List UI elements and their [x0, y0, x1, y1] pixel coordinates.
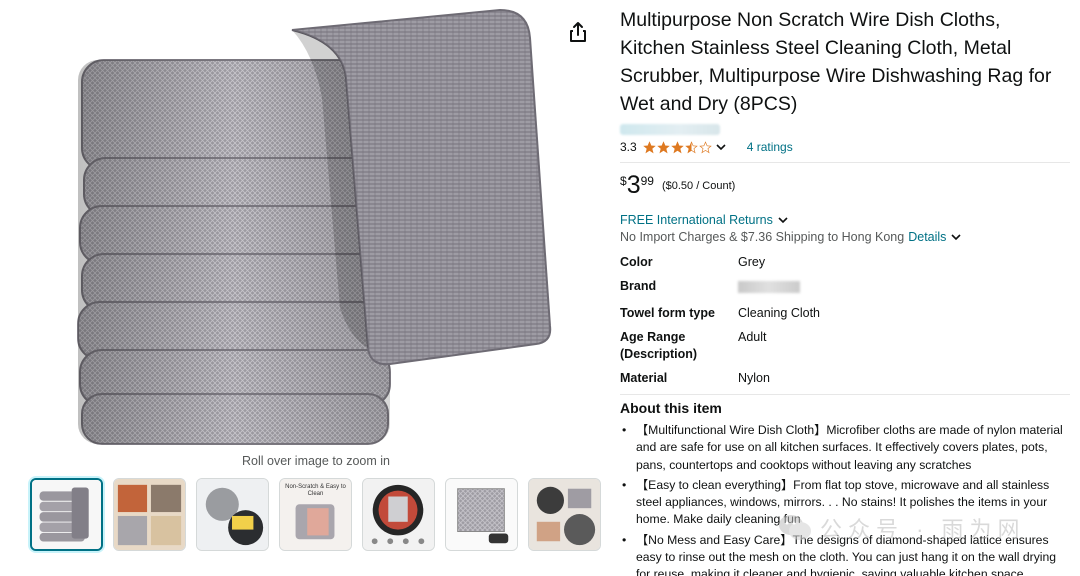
pan-scrubbing-thumbnail-icon [363, 479, 434, 550]
thumbnail-1[interactable] [30, 478, 103, 551]
cleaning-pan-thumbnail-icon [197, 479, 268, 550]
star-empty-icon [698, 140, 712, 153]
product-main-image[interactable] [60, 8, 560, 448]
attribute-key: Towel form type [620, 306, 715, 320]
chevron-down-icon[interactable] [715, 141, 727, 153]
thumbnail-3[interactable] [196, 478, 269, 551]
price-symbol: $ [620, 174, 627, 188]
thumbnail-caption: Non-Scratch & Easy to Clean [285, 484, 346, 497]
attribute-value: Nylon [738, 371, 770, 385]
chevron-down-icon[interactable] [950, 231, 962, 243]
shipping-details-link[interactable]: Details [908, 230, 946, 244]
attribute-row: Color Grey [620, 254, 820, 278]
price: $ 3 99 ($0.50 / Count) [620, 171, 1070, 201]
attribute-key: Color [620, 255, 653, 269]
product-attributes-table: Color Grey Brand Towel form type Cleanin… [620, 254, 820, 394]
star-full-icon [642, 140, 656, 153]
attribute-value: Cleaning Cloth [738, 306, 820, 320]
attribute-key: Age Range (Description) [620, 330, 698, 361]
share-icon [570, 22, 586, 42]
about-heading: About this item [620, 400, 722, 416]
about-bullet: 【No Mess and Easy Care】The designs of di… [620, 532, 1070, 576]
divider [620, 394, 1070, 395]
attribute-row: Age Range (Description) Adult [620, 329, 820, 370]
attribute-value: Grey [738, 255, 766, 269]
thumbnail-5[interactable] [362, 478, 435, 551]
star-full-icon [670, 140, 684, 153]
price-per-unit: ($0.50 / Count) [661, 180, 736, 192]
shipping-text: No Import Charges & $7.36 Shipping to Ho… [620, 230, 905, 244]
star-half-icon [684, 140, 698, 153]
star-rating[interactable] [642, 140, 712, 154]
mesh-detail-thumbnail-icon [446, 479, 517, 550]
thumbnail-6[interactable] [445, 478, 518, 551]
attribute-row: Towel form type Cleaning Cloth [620, 305, 820, 329]
image-gallery: Roll over image to zoom in Non-Scratch &… [0, 0, 610, 576]
cloth-stack-thumbnail-icon [32, 480, 101, 549]
attribute-row: Material Nylon [620, 370, 820, 394]
chevron-down-icon[interactable] [777, 214, 789, 226]
shipping-row: No Import Charges & $7.36 Shipping to Ho… [620, 230, 1070, 244]
about-bullet: 【Easy to clean everything】From flat top … [620, 477, 1070, 529]
attribute-value: Adult [738, 330, 767, 344]
zoom-hint: Roll over image to zoom in [242, 454, 390, 468]
price-fraction: 99 [640, 174, 654, 188]
attribute-value [738, 278, 820, 305]
share-button[interactable] [566, 20, 590, 44]
kitchen-use-thumbnail-icon [114, 479, 185, 550]
attribute-key: Material [620, 371, 668, 385]
thumbnail-strip: Non-Scratch & Easy to Clean [30, 478, 601, 551]
about-bullet: 【Multifunctional Wire Dish Cloth】Microfi… [620, 422, 1070, 474]
thumbnail-4[interactable]: Non-Scratch & Easy to Clean [279, 478, 352, 551]
brand-store-link-blurred[interactable] [620, 124, 720, 135]
returns-link[interactable]: FREE International Returns [620, 213, 773, 227]
ratings-count-link[interactable]: 4 ratings [747, 140, 793, 154]
price-whole: 3 [626, 171, 641, 199]
rating-value: 3.3 [620, 140, 637, 154]
rating-row: 3.3 4 ratings [620, 138, 1070, 156]
attribute-row: Brand [620, 278, 820, 305]
stove-cleaning-thumbnail-icon [529, 479, 600, 550]
about-bullets: 【Multifunctional Wire Dish Cloth】Microfi… [620, 422, 1070, 576]
product-details: Multipurpose Non Scratch Wire Dish Cloth… [620, 6, 1070, 576]
product-title: Multipurpose Non Scratch Wire Dish Cloth… [620, 9, 1052, 115]
thumbnail-7[interactable] [528, 478, 601, 551]
divider [620, 162, 1070, 163]
brand-value-blurred [738, 281, 800, 293]
attribute-key: Brand [620, 279, 657, 293]
star-full-icon [656, 140, 670, 153]
returns-row: FREE International Returns [620, 213, 1070, 227]
thumbnail-2[interactable] [113, 478, 186, 551]
